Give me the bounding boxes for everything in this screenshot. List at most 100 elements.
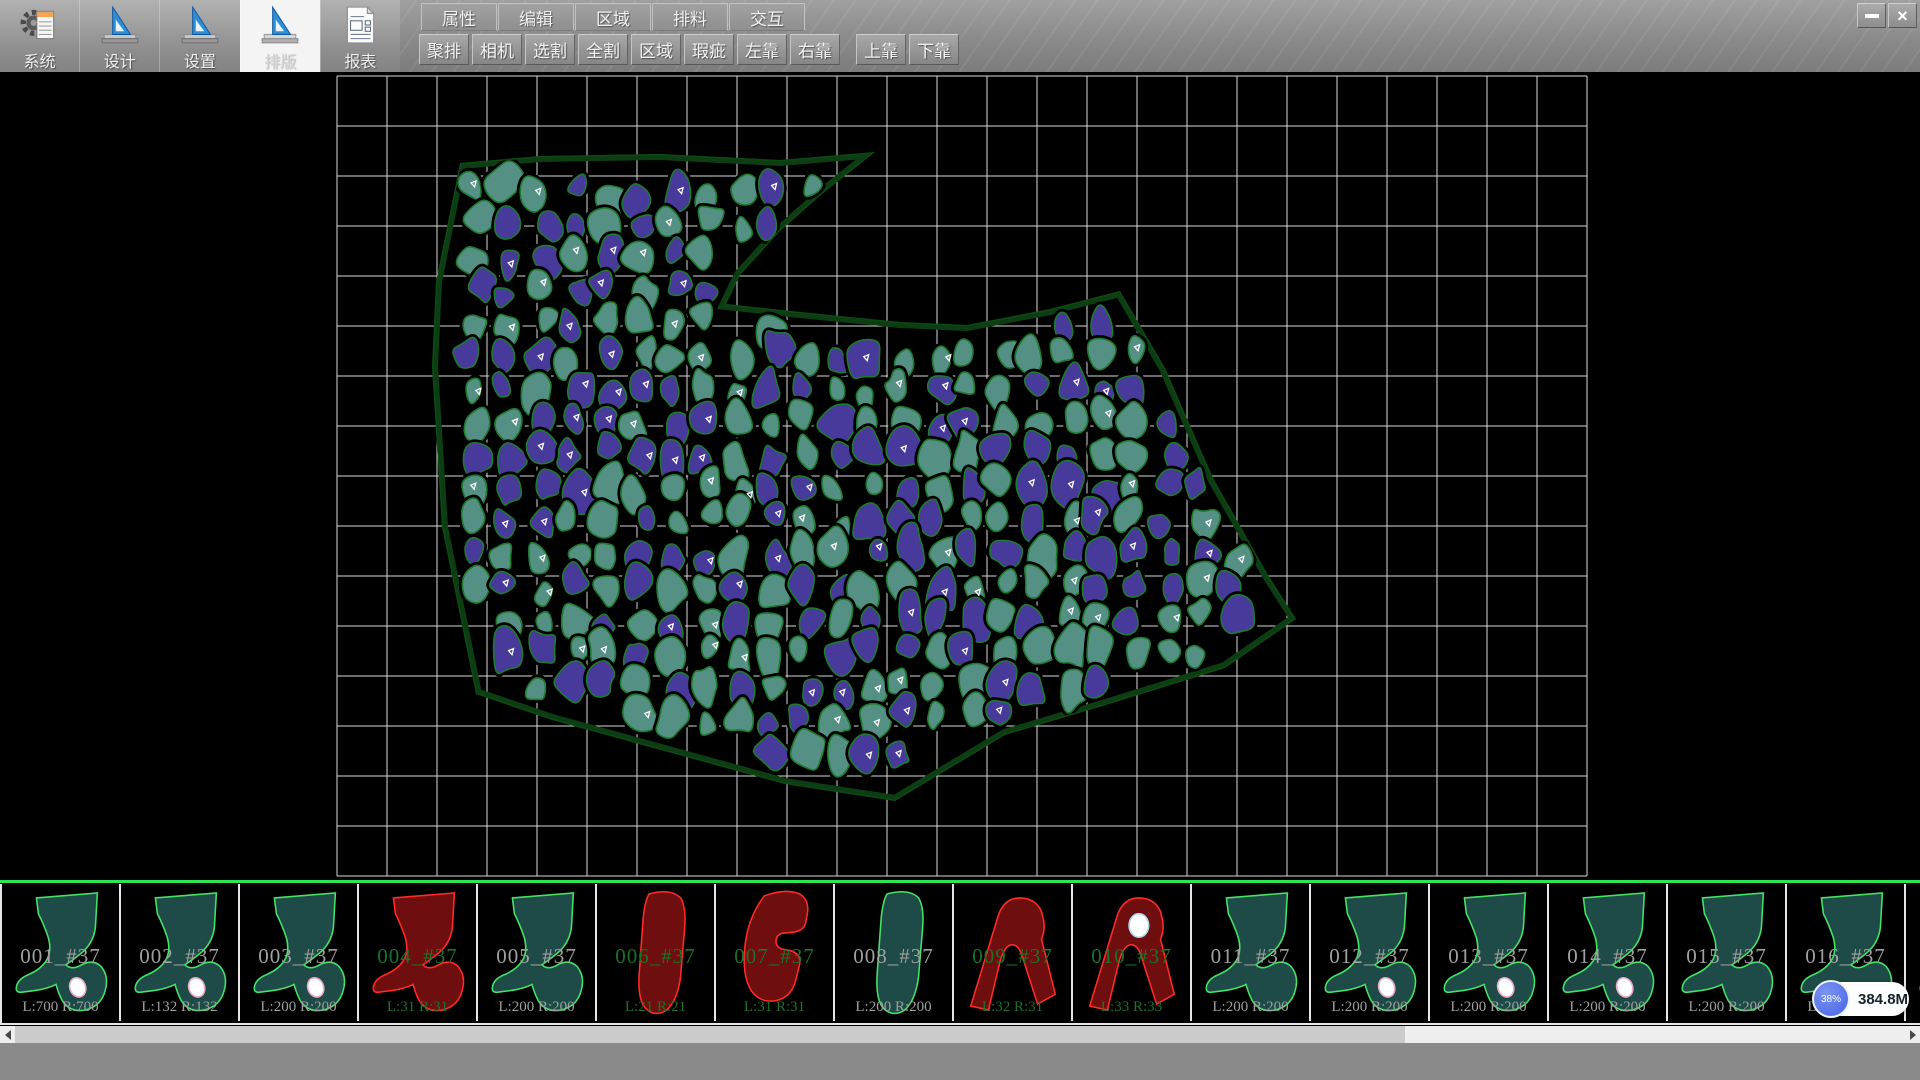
main-button-label: 设置 <box>184 48 216 72</box>
minimize-icon <box>1865 14 1879 18</box>
system-gear-icon <box>19 3 61 47</box>
action-snap-bottom[interactable]: 下靠 <box>909 34 959 65</box>
piece-size-label: L:200 R:200 <box>478 999 595 1016</box>
thumbnail-cell[interactable]: 001_#37 L:700 R:700 <box>2 884 121 1021</box>
action-snap-top[interactable]: 上靠 <box>856 34 906 65</box>
tab-edit[interactable]: 编辑 <box>498 3 574 31</box>
piece-id-label: 014_#37 <box>1549 944 1666 969</box>
thumbnail-cell[interactable]: 010_#37 L:33 R:33 <box>1073 884 1192 1021</box>
piece-id-label: 001_#37 <box>2 944 119 969</box>
main-button-design[interactable]: 设计 <box>79 0 159 72</box>
thumbnail-cell[interactable]: 009_#37 L:32 R:31 <box>954 884 1073 1021</box>
status-bar <box>0 1043 1920 1080</box>
piece-size-label: L:21 R:21 <box>597 999 714 1016</box>
main-button-system[interactable]: 系统 <box>0 0 79 72</box>
piece-id-label: 004_#37 <box>359 944 476 969</box>
scrollbar-thumb[interactable] <box>15 1026 1405 1043</box>
thumbnail-cell[interactable]: 003_#37 L:200 R:200 <box>240 884 359 1021</box>
piece-id-label: 015_#37 <box>1668 944 1785 969</box>
piece-id-label: 010_#37 <box>1073 944 1190 969</box>
thumbnail-cell[interactable]: 006_#37 L:21 R:21 <box>597 884 716 1021</box>
nesting-drawing <box>0 72 1920 880</box>
minimize-button[interactable] <box>1857 3 1886 28</box>
piece-size-label: L:200 R:200 <box>240 999 357 1016</box>
toolbar: 系统 设计 <box>0 0 1920 73</box>
menu-tab-row: 属性 编辑 区域 排料 交互 <box>400 3 806 31</box>
action-region[interactable]: 区域 <box>631 34 681 65</box>
memory-usage-badge[interactable]: 38% 384.8M <box>1812 980 1909 1018</box>
piece-id-label: 0 <box>1906 944 1920 969</box>
piece-size-label: L:200 R:200 <box>1311 999 1428 1016</box>
piece-size-label: L:132 R:132 <box>121 999 238 1016</box>
nesting-setsquare-icon <box>259 3 301 47</box>
piece-thumbnail-strip: 001_#37L:700 R:700 002_#37L:132 R:132 00… <box>0 880 1920 1026</box>
scroll-right-button[interactable] <box>1905 1026 1920 1043</box>
piece-size-label: L:200 R:200 <box>1430 999 1547 1016</box>
settings-setsquare-icon <box>179 3 221 47</box>
thumbnail-cell[interactable]: 002_#37 L:132 R:132 <box>121 884 240 1021</box>
close-icon: × <box>1897 7 1908 25</box>
main-button-label: 系统 <box>24 48 56 72</box>
piece-size-label: L:33 R:33 <box>1073 999 1190 1016</box>
thumbnail-cell[interactable]: 015_#37L:200 R:200 <box>1668 884 1787 1021</box>
piece-size-label: L:200 R:200 <box>1549 999 1666 1016</box>
action-camera[interactable]: 相机 <box>472 34 522 65</box>
thumbnail-cell[interactable]: 008_#37 L:200 R:200 <box>835 884 954 1021</box>
tab-attribute[interactable]: 属性 <box>421 3 497 31</box>
main-button-label: 设计 <box>104 48 136 72</box>
application-window: 系统 设计 <box>0 0 1920 1080</box>
main-button-report[interactable]: 报表 <box>320 0 400 72</box>
chevron-right-icon <box>1910 1030 1916 1040</box>
action-snap-left[interactable]: 左靠 <box>737 34 787 65</box>
action-select-cut[interactable]: 选割 <box>525 34 575 65</box>
piece-id-label: 006_#37 <box>597 944 714 969</box>
thumbnail-cell[interactable]: 014_#37 L:200 R:200 <box>1549 884 1668 1021</box>
main-button-settings[interactable]: 设置 <box>159 0 239 72</box>
main-button-nesting[interactable]: 排版 <box>240 0 320 72</box>
close-button[interactable]: × <box>1888 3 1917 28</box>
main-toolbar: 系统 设计 <box>0 0 400 72</box>
action-cluster-nest[interactable]: 聚排 <box>419 34 469 65</box>
piece-id-label: 013_#37 <box>1430 944 1547 969</box>
main-button-label: 排版 <box>264 48 296 72</box>
tab-interact[interactable]: 交互 <box>729 3 805 31</box>
piece-id-label: 012_#37 <box>1311 944 1428 969</box>
memory-percent: 38% <box>1821 994 1841 1005</box>
action-button-row: 聚排 相机 选割 全割 区域 瑕疵 左靠 右靠 上靠 下靠 <box>400 34 962 66</box>
piece-size-label: L:200 R:200 <box>1192 999 1309 1016</box>
action-snap-right[interactable]: 右靠 <box>790 34 840 65</box>
thumbnail-cell[interactable]: 013_#37 L:200 R:200 <box>1430 884 1549 1021</box>
action-defect[interactable]: 瑕疵 <box>684 34 734 65</box>
window-controls: × <box>1857 3 1917 28</box>
menu-area: 属性 编辑 区域 排料 交互 聚排 相机 选割 全割 区域 瑕疵 左靠 右靠 上… <box>400 0 1920 72</box>
piece-size-label: L:200 R:200 <box>835 999 952 1016</box>
strip-top-line <box>0 880 1920 883</box>
nesting-canvas[interactable] <box>0 72 1920 880</box>
thumbnail-cell[interactable]: 007_#37 L:31 R:31 <box>716 884 835 1021</box>
piece-size-label: L:32 R:31 <box>954 999 1071 1016</box>
horizontal-scrollbar[interactable] <box>0 1026 1920 1043</box>
piece-id-label: 011_#37 <box>1192 944 1309 969</box>
memory-value: 384.8M <box>1858 980 1908 1018</box>
report-document-icon <box>339 3 381 47</box>
piece-size-label: L:31 R:31 <box>359 999 476 1016</box>
action-full-cut[interactable]: 全割 <box>578 34 628 65</box>
scroll-left-button[interactable] <box>0 1026 15 1043</box>
tab-nesting[interactable]: 排料 <box>652 3 728 31</box>
memory-percent-indicator: 38% <box>1812 980 1850 1018</box>
piece-id-label: 009_#37 <box>954 944 1071 969</box>
thumbnail-cell[interactable]: 005_#37L:200 R:200 <box>478 884 597 1021</box>
tab-region[interactable]: 区域 <box>575 3 651 31</box>
piece-id-label: 008_#37 <box>835 944 952 969</box>
piece-id-label: 002_#37 <box>121 944 238 969</box>
piece-id-label: 016_#37 <box>1787 944 1904 969</box>
piece-size-label: L:700 R:700 <box>2 999 119 1016</box>
chevron-left-icon <box>5 1030 11 1040</box>
thumbnail-cell[interactable]: 012_#37 L:200 R:200 <box>1311 884 1430 1021</box>
thumbnail-cell[interactable]: 011_#37 L:200 R:200 <box>1192 884 1311 1021</box>
piece-id-label: 007_#37 <box>716 944 833 969</box>
piece-size-label: L:31 R:31 <box>716 999 833 1016</box>
thumbnail-cell[interactable]: 004_#37 L:31 R:31 <box>359 884 478 1021</box>
thumbnail-cells: 001_#37L:700 R:700 002_#37L:132 R:132 00… <box>0 884 1920 1025</box>
piece-id-label: 003_#37 <box>240 944 357 969</box>
